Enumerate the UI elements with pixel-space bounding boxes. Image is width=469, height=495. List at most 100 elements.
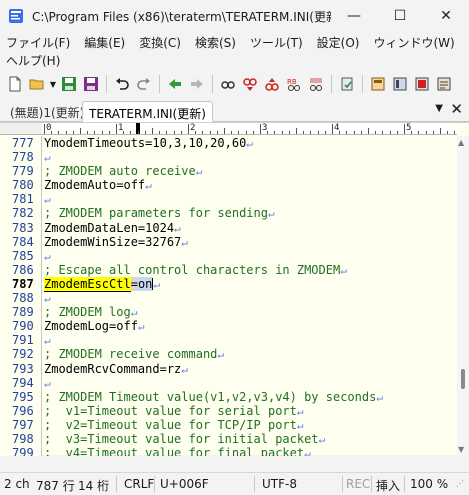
save-all-icon[interactable] xyxy=(80,73,102,95)
line-number[interactable]: 787 xyxy=(0,277,41,291)
menu-item[interactable]: ヘルプ(H) xyxy=(4,52,62,69)
scrollbar-thumb[interactable] xyxy=(461,369,465,389)
back-icon[interactable] xyxy=(164,73,186,95)
ruler-tick xyxy=(180,131,182,134)
forward-icon[interactable] xyxy=(186,73,208,95)
search-next-icon[interactable] xyxy=(239,73,261,95)
new-file-icon[interactable] xyxy=(4,73,26,95)
line-number[interactable]: 794 xyxy=(0,376,41,390)
line-number[interactable]: 782 xyxy=(0,206,41,220)
status-zoom[interactable]: 100 % xyxy=(410,477,448,491)
line-number[interactable]: 798 xyxy=(0,432,41,446)
status-line: 787 行 xyxy=(36,479,75,493)
close-button[interactable]: ✕ xyxy=(423,0,469,32)
editor-line[interactable]: ; ZMODEM Timeout value(v1,v2,v3,v4) by s… xyxy=(44,390,456,404)
undo-icon[interactable] xyxy=(111,73,133,95)
line-number[interactable]: 791 xyxy=(0,333,41,347)
editor-line[interactable]: ↵ xyxy=(44,376,456,390)
menu-item[interactable]: ファイル(F) xyxy=(4,34,72,51)
line-number[interactable]: 777 xyxy=(0,136,41,150)
menu-item[interactable]: ウィンドウ(W) xyxy=(371,34,456,51)
editor-line[interactable]: ; v4=Timeout value for final packet↵ xyxy=(44,446,456,456)
editor-line[interactable]: ↵ xyxy=(44,291,456,305)
line-number[interactable]: 780 xyxy=(0,178,41,192)
search-prev-icon[interactable] xyxy=(261,73,283,95)
line-number[interactable]: 778 xyxy=(0,150,41,164)
status-separator xyxy=(342,476,343,492)
line-number[interactable]: 797 xyxy=(0,418,41,432)
line-number-gutter[interactable]: 777 778 779 780 781 782 783 784 785 786 787 788 789 7… xyxy=(0,136,42,456)
line-number[interactable]: 796 xyxy=(0,404,41,418)
dropdown-arrow-icon[interactable]: ▼ xyxy=(48,73,58,95)
newline-icon: ↵ xyxy=(296,418,304,432)
resize-grip-icon[interactable]: ⋰ xyxy=(456,479,464,488)
line-number[interactable]: 799 xyxy=(0,446,41,456)
toolbar-separator xyxy=(106,75,107,93)
editor-line[interactable]: ↵ xyxy=(44,150,456,164)
tab-teraterm-ini[interactable]: TERATERM.INI(更新) xyxy=(82,101,213,122)
tab-untitled[interactable]: (無題)1(更新) xyxy=(4,101,90,122)
redo-icon[interactable] xyxy=(133,73,155,95)
line-number[interactable]: 788 xyxy=(0,291,41,305)
vertical-scrollbar[interactable]: ▲ ▼ xyxy=(457,136,469,456)
editor-line[interactable]: ; ZMODEM auto receive↵ xyxy=(44,164,456,178)
save-icon[interactable] xyxy=(58,73,80,95)
line-number[interactable]: 786 xyxy=(0,263,41,277)
line-number[interactable]: 779 xyxy=(0,164,41,178)
replace-icon[interactable]: RB xyxy=(283,73,305,95)
menu-item[interactable]: 変換(C) xyxy=(137,34,183,51)
line-number[interactable]: 781 xyxy=(0,192,41,206)
editor-line[interactable]: ZmodemWinSize=32767↵ xyxy=(44,235,456,249)
editor-line[interactable]: ZmodemEscCtl=on↵ xyxy=(44,276,456,292)
line-number[interactable]: 790 xyxy=(0,319,41,333)
menu-item[interactable]: 設定(O) xyxy=(315,34,362,51)
common-settings-icon[interactable] xyxy=(411,73,433,95)
close-tab-icon[interactable]: ✕ xyxy=(450,100,463,118)
editor-line[interactable]: ZmodemRcvCommand=rz↵ xyxy=(44,362,456,376)
line-number[interactable]: 792 xyxy=(0,347,41,361)
settings-icon[interactable] xyxy=(367,73,389,95)
grep-icon[interactable] xyxy=(336,73,358,95)
menu-row: ヘルプ(H) xyxy=(4,51,465,69)
text-area[interactable]: YmodemTimeouts=10,3,10,20,60↵ ↵; ZMODEM a… xyxy=(44,136,456,456)
menu-item[interactable]: 編集(E) xyxy=(82,34,127,51)
line-number[interactable]: 793 xyxy=(0,362,41,376)
editor-line[interactable]: ; v1=Timeout value for serial port↵ xyxy=(44,404,456,418)
editor-line[interactable]: ↵ xyxy=(44,249,456,263)
ruler-tick xyxy=(94,131,96,134)
tab-list-dropdown-icon[interactable]: ▼ xyxy=(435,103,443,114)
editor-line[interactable]: ↵ xyxy=(44,192,456,206)
scroll-up-icon[interactable]: ▲ xyxy=(458,138,464,147)
editor-line[interactable]: ZmodemDataLen=1024↵ xyxy=(44,221,456,235)
maximize-button[interactable]: ☐ xyxy=(377,0,423,32)
line-number[interactable]: 783 xyxy=(0,221,41,235)
editor-line[interactable]: ; v3=Timeout value for initial packet↵ xyxy=(44,432,456,446)
editor-line[interactable]: YmodemTimeouts=10,3,10,20,60↵ xyxy=(44,136,456,150)
search-icon[interactable] xyxy=(217,73,239,95)
editor-line[interactable]: ZmodemLog=off↵ xyxy=(44,319,456,333)
status-eol[interactable]: CRLF xyxy=(124,477,154,491)
open-folder-icon[interactable] xyxy=(26,73,48,95)
editor-line[interactable]: ZmodemAuto=off↵ xyxy=(44,178,456,192)
status-encoding[interactable]: UTF-8 xyxy=(262,477,297,491)
line-number[interactable]: 785 xyxy=(0,249,41,263)
editor-line[interactable]: ↵ xyxy=(44,333,456,347)
menu-item[interactable]: ツール(T) xyxy=(248,34,305,51)
editor-line[interactable]: ; v2=Timeout value for TCP/IP port↵ xyxy=(44,418,456,432)
editor[interactable]: 0 1 2 3 4 5 777 778 779 780 781 782 783 784 785 786 787… xyxy=(0,122,469,456)
line-number[interactable]: 789 xyxy=(0,305,41,319)
minimize-button[interactable]: — xyxy=(331,0,377,32)
status-insert-mode[interactable]: 挿入 xyxy=(376,477,400,494)
editor-line[interactable]: ; ZMODEM log↵ xyxy=(44,305,456,319)
scroll-down-icon[interactable]: ▼ xyxy=(458,445,464,454)
editor-line[interactable]: ; ZMODEM parameters for sending↵ xyxy=(44,206,456,220)
line-number[interactable]: 784 xyxy=(0,235,41,249)
menu-item[interactable]: 検索(S) xyxy=(193,34,238,51)
toolbar-separator xyxy=(159,75,160,93)
search-mark-icon[interactable] xyxy=(305,73,327,95)
line-number[interactable]: 795 xyxy=(0,390,41,404)
font-icon[interactable] xyxy=(389,73,411,95)
type-settings-icon[interactable] xyxy=(433,73,455,95)
editor-line[interactable]: ; Escape all control characters in ZMODE… xyxy=(44,263,456,277)
editor-line[interactable]: ; ZMODEM receive command↵ xyxy=(44,347,456,361)
